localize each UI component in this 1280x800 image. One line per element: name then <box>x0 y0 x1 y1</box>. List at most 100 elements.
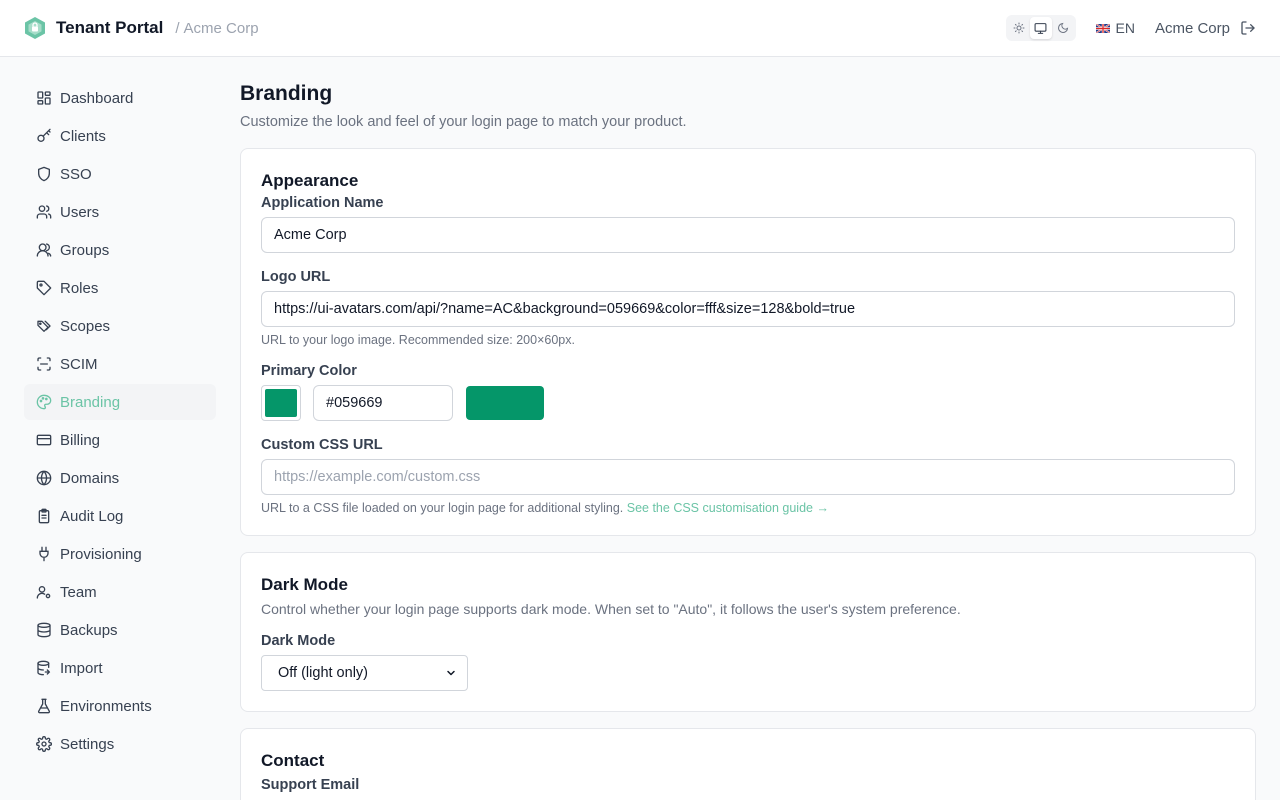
language-switcher[interactable]: EN <box>1095 20 1135 36</box>
sidebar-item-label: SCIM <box>60 355 98 373</box>
language-label: EN <box>1115 20 1135 36</box>
sidebar-item-roles[interactable]: Roles <box>24 270 216 306</box>
sidebar-item-domains[interactable]: Domains <box>24 460 216 496</box>
logout-icon <box>1241 21 1255 35</box>
user-menu[interactable]: Acme Corp <box>1155 20 1230 37</box>
page-subtitle: Customize the look and feel of your logi… <box>240 114 687 130</box>
sidebar-item-scim[interactable]: SCIM <box>24 346 216 382</box>
sun-icon <box>1013 22 1025 34</box>
sidebar-item-settings[interactable]: Settings <box>24 726 216 762</box>
theme-dark-button[interactable] <box>1052 17 1074 39</box>
sidebar-item-label: Environments <box>60 697 152 715</box>
app-logo-icon <box>24 16 46 40</box>
css-guide-link[interactable]: See the CSS customisation guide → <box>627 501 829 515</box>
color-picker-swatch <box>265 389 297 417</box>
logo-url-input[interactable]: https://ui-avatars.com/api/?name=AC&back… <box>261 291 1235 327</box>
color-picker[interactable] <box>261 385 301 421</box>
chevron-down-icon <box>447 670 455 676</box>
card-title-contact: Contact <box>261 751 325 770</box>
sidebar-item-sso[interactable]: SSO <box>24 156 216 192</box>
plug-icon <box>39 546 49 562</box>
card-title-appearance: Appearance <box>261 171 359 190</box>
sidebar-item-label: Import <box>60 659 103 677</box>
sidebar-item-label: Domains <box>60 469 120 487</box>
sidebar-item-audit-log[interactable]: Audit Log <box>24 498 216 534</box>
key-icon <box>37 128 51 142</box>
sidebar-item-provisioning[interactable]: Provisioning <box>24 536 216 572</box>
sidebar-item-billing[interactable]: Billing <box>24 422 216 458</box>
dark-mode-selected-value: Off (light only) <box>278 665 368 681</box>
tag-icon <box>36 280 52 296</box>
database-import-icon <box>37 660 51 676</box>
dark-mode-label: Dark Mode <box>261 633 336 649</box>
sidebar-item-label: Groups <box>60 241 110 259</box>
sidebar-item-label: Backups <box>60 621 118 639</box>
primary-color-hex-input[interactable]: #059669 <box>313 385 453 421</box>
custom-css-help: URL to a CSS file loaded on your login p… <box>261 501 1235 515</box>
custom-css-help-text: URL to a CSS file loaded on your login p… <box>261 501 624 515</box>
credit-card-icon <box>36 434 52 446</box>
main-content: Branding Customize the look and feel of … <box>240 80 1256 800</box>
sidebar-item-label: Settings <box>60 735 115 753</box>
sidebar-item-groups[interactable]: Groups <box>24 232 216 268</box>
theme-toggle <box>1005 15 1076 41</box>
sidebar-item-scopes[interactable]: Scopes <box>24 308 216 344</box>
globe-icon <box>36 470 52 486</box>
theme-system-button[interactable] <box>1029 17 1052 39</box>
sidebar-item-team[interactable]: Team <box>24 574 216 610</box>
sidebar-item-label: Provisioning <box>60 545 142 563</box>
logo-url-help: URL to your logo image. Recommended size… <box>261 333 575 347</box>
breadcrumb-tenant: Acme Corp <box>183 19 259 37</box>
sidebar-item-environments[interactable]: Environments <box>24 688 216 724</box>
logo-url-label: Logo URL <box>261 269 331 285</box>
primary-color-preview <box>466 386 544 420</box>
moon-icon <box>1057 22 1068 33</box>
contact-card: Contact Support Email <box>240 728 1256 800</box>
sidebar-item-label: Users <box>60 203 100 221</box>
sidebar-item-label: Branding <box>60 393 121 411</box>
sidebar-item-users[interactable]: Users <box>24 194 216 230</box>
database-icon <box>37 622 51 638</box>
appearance-card: Appearance Application Name Acme Corp Lo… <box>240 148 1256 536</box>
user-cog-icon <box>36 586 51 599</box>
theme-light-button[interactable] <box>1008 17 1030 39</box>
group-icon <box>36 243 52 257</box>
scan-icon <box>37 357 51 371</box>
dashboard-icon <box>37 91 51 105</box>
palette-icon <box>36 394 52 410</box>
sidebar-item-clients[interactable]: Clients <box>24 118 216 154</box>
logout-button[interactable] <box>1240 20 1256 36</box>
top-bar: Tenant Portal / Acme Corp EN Acme Corp <box>0 0 1280 57</box>
tags-icon <box>37 320 51 332</box>
users-icon <box>36 205 52 219</box>
breadcrumb-separator: / <box>175 19 180 37</box>
sidebar-item-import[interactable]: Import <box>24 650 216 686</box>
sidebar-item-branding[interactable]: Branding <box>24 384 216 420</box>
sidebar: Dashboard Clients SSO Users Groups Roles… <box>24 80 216 764</box>
sidebar-item-label: Audit Log <box>60 507 124 525</box>
dark-mode-description: Control whether your login page supports… <box>261 601 961 617</box>
page-title: Branding <box>240 82 333 105</box>
sidebar-item-label: SSO <box>60 165 92 183</box>
sidebar-item-dashboard[interactable]: Dashboard <box>24 80 216 116</box>
dark-mode-select[interactable]: Off (light only) <box>261 655 468 691</box>
sidebar-item-label: Team <box>60 583 97 601</box>
app-name-input[interactable]: Acme Corp <box>261 217 1235 253</box>
app-name-label: Application Name <box>261 195 384 211</box>
card-title-dark-mode: Dark Mode <box>261 575 348 594</box>
support-email-label: Support Email <box>261 777 360 793</box>
sidebar-item-label: Roles <box>60 279 99 297</box>
sidebar-item-label: Clients <box>60 127 106 145</box>
app-name[interactable]: Tenant Portal <box>56 18 163 38</box>
gear-icon <box>36 736 52 752</box>
sidebar-item-label: Scopes <box>60 317 111 335</box>
monitor-icon <box>1034 22 1047 34</box>
clipboard-icon <box>38 508 50 524</box>
primary-color-label: Primary Color <box>261 363 357 379</box>
dark-mode-card: Dark Mode Control whether your login pag… <box>240 552 1256 712</box>
sidebar-item-backups[interactable]: Backups <box>24 612 216 648</box>
flask-icon <box>37 698 51 714</box>
custom-css-input[interactable]: https://example.com/custom.css <box>261 459 1235 495</box>
shield-icon <box>38 166 50 182</box>
sidebar-item-label: Dashboard <box>60 89 134 107</box>
